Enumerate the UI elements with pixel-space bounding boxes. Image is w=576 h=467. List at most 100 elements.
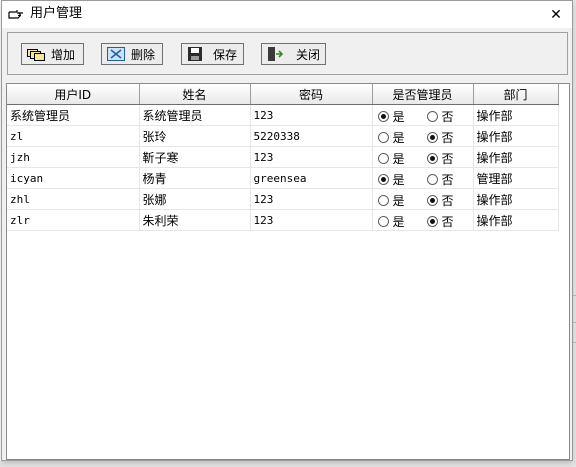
admin-yes-radio[interactable]: 是 — [377, 129, 405, 146]
admin-no-label: 否 — [441, 152, 454, 166]
admin-yes-label: 是 — [392, 194, 405, 208]
admin-yes-radio[interactable]: 是 — [377, 171, 405, 188]
cell-is-admin: 是 否 — [372, 125, 474, 147]
admin-no-label: 否 — [441, 131, 454, 145]
cell-is-admin: 是 否 — [372, 146, 474, 168]
toolbar: 增加 删除 保存 关闭 — [7, 32, 568, 75]
radio-circle-icon — [377, 132, 389, 143]
admin-no-radio[interactable]: 否 — [426, 171, 454, 188]
radio-circle-icon — [377, 216, 389, 227]
title-bar[interactable]: 用户管理 ✕ — [2, 1, 572, 28]
cell-name[interactable]: 张玲 — [139, 125, 251, 147]
admin-no-radio[interactable]: 否 — [426, 129, 454, 146]
close-button[interactable]: 关闭 — [261, 43, 326, 65]
column-header-user-id[interactable]: 用户ID — [7, 84, 140, 105]
cell-name[interactable]: 张娜 — [139, 188, 251, 210]
column-header-password[interactable]: 密码 — [250, 84, 373, 105]
column-header-department[interactable]: 部门 — [473, 84, 559, 105]
admin-no-label: 否 — [441, 215, 454, 229]
column-header-name[interactable]: 姓名 — [139, 84, 251, 105]
cell-department[interactable]: 操作部 — [473, 146, 559, 168]
cell-department[interactable]: 管理部 — [473, 167, 559, 189]
admin-yes-label: 是 — [392, 173, 405, 187]
cell-department[interactable]: 操作部 — [473, 209, 559, 231]
table-row[interactable]: 系统管理员 系统管理员 123 是 否 操作部 — [7, 104, 559, 126]
cell-is-admin: 是 否 — [372, 209, 474, 231]
cell-user-id[interactable]: zhl — [7, 188, 140, 210]
cell-password[interactable]: 123 — [250, 209, 373, 231]
cell-user-id[interactable]: zl — [7, 125, 140, 147]
admin-yes-label: 是 — [392, 152, 405, 166]
table-row[interactable]: jzh 靳子寒 123 是 否 操作部 — [7, 146, 559, 168]
pointing-hand-icon — [8, 10, 23, 19]
table-row[interactable]: zl 张玲 5220338 是 否 操作部 — [7, 125, 559, 147]
cell-name[interactable]: 靳子寒 — [139, 146, 251, 168]
admin-yes-label: 是 — [392, 131, 405, 145]
cell-name[interactable]: 杨青 — [139, 167, 251, 189]
background-bottom-strip — [0, 461, 576, 467]
user-management-dialog: 用户管理 ✕ 增加 删除 保存 关闭 用户ID 姓名 密码 是否管理员 部门 系… — [1, 0, 573, 461]
user-data-grid: 用户ID 姓名 密码 是否管理员 部门 系统管理员 系统管理员 123 是 否 操作… — [7, 84, 559, 231]
admin-yes-radio[interactable]: 是 — [377, 108, 405, 125]
radio-circle-icon — [377, 153, 389, 164]
cell-password[interactable]: 123 — [250, 188, 373, 210]
radio-circle-icon — [426, 174, 438, 185]
radio-circle-icon — [377, 195, 389, 206]
radio-circle-icon — [426, 132, 438, 143]
cell-user-id[interactable]: jzh — [7, 146, 140, 168]
cell-password[interactable]: 123 — [250, 146, 373, 168]
cell-password[interactable]: 5220338 — [250, 125, 373, 147]
cell-department[interactable]: 操作部 — [473, 125, 559, 147]
user-table[interactable]: 用户ID 姓名 密码 是否管理员 部门 系统管理员 系统管理员 123 是 否 操作… — [6, 83, 570, 460]
window-close-button[interactable]: ✕ — [540, 1, 572, 28]
admin-no-radio[interactable]: 否 — [426, 150, 454, 167]
table-header-row: 用户ID 姓名 密码 是否管理员 部门 — [7, 84, 559, 105]
admin-no-label: 否 — [441, 194, 454, 208]
exit-door-icon — [268, 47, 284, 61]
save-button-label: 保存 — [213, 47, 238, 62]
close-icon: ✕ — [550, 6, 562, 23]
cell-department[interactable]: 操作部 — [473, 104, 559, 126]
window-title: 用户管理 — [30, 6, 83, 21]
close-button-label: 关闭 — [296, 47, 321, 62]
cell-is-admin: 是 否 — [372, 104, 474, 126]
admin-yes-label: 是 — [392, 110, 405, 124]
delete-button-label: 删除 — [131, 47, 156, 62]
cell-user-id[interactable]: 系统管理员 — [7, 104, 140, 126]
admin-yes-radio[interactable]: 是 — [377, 150, 405, 167]
admin-no-label: 否 — [441, 173, 454, 187]
radio-circle-icon — [426, 195, 438, 206]
radio-circle-icon — [377, 174, 389, 185]
cell-is-admin: 是 否 — [372, 188, 474, 210]
radio-circle-icon — [426, 111, 438, 122]
admin-no-label: 否 — [441, 110, 454, 124]
floppy-disk-icon — [188, 47, 202, 61]
cell-user-id[interactable]: icyan — [7, 167, 140, 189]
cell-user-id[interactable]: zlr — [7, 209, 140, 231]
delete-button[interactable]: 删除 — [101, 43, 163, 65]
cell-password[interactable]: greensea — [250, 167, 373, 189]
admin-yes-radio[interactable]: 是 — [377, 192, 405, 209]
admin-no-radio[interactable]: 否 — [426, 108, 454, 125]
cell-department[interactable]: 操作部 — [473, 188, 559, 210]
delete-icon — [107, 47, 125, 61]
add-button[interactable]: 增加 — [21, 43, 84, 65]
column-header-is-admin[interactable]: 是否管理员 — [372, 84, 474, 105]
radio-circle-icon — [426, 153, 438, 164]
cell-name[interactable]: 朱利荣 — [139, 209, 251, 231]
cell-is-admin: 是 否 — [372, 167, 474, 189]
admin-yes-label: 是 — [392, 215, 405, 229]
admin-no-radio[interactable]: 否 — [426, 192, 454, 209]
add-records-icon — [27, 49, 45, 61]
table-row[interactable]: zlr 朱利荣 123 是 否 操作部 — [7, 209, 559, 231]
admin-yes-radio[interactable]: 是 — [377, 213, 405, 230]
cell-name[interactable]: 系统管理员 — [139, 104, 251, 126]
radio-circle-icon — [377, 111, 389, 122]
save-button[interactable]: 保存 — [181, 43, 244, 65]
radio-circle-icon — [426, 216, 438, 227]
cell-password[interactable]: 123 — [250, 104, 373, 126]
admin-no-radio[interactable]: 否 — [426, 213, 454, 230]
table-row[interactable]: icyan 杨青 greensea 是 否 管理部 — [7, 167, 559, 189]
add-button-label: 增加 — [51, 47, 76, 62]
table-row[interactable]: zhl 张娜 123 是 否 操作部 — [7, 188, 559, 210]
